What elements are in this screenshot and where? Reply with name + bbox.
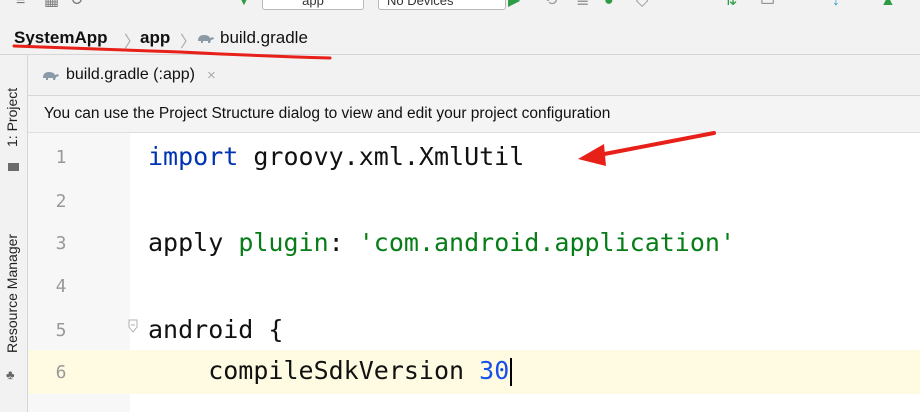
code-line-1: import groovy.xml.XmlUtil: [148, 142, 524, 171]
project-tool-tab[interactable]: 1: Project: [4, 88, 20, 147]
sdk-icon[interactable]: ↓: [832, 0, 840, 9]
debug-icon[interactable]: ⟲: [544, 0, 557, 9]
line-number: 3: [55, 233, 67, 254]
line-number: 5: [55, 320, 67, 341]
stop-icon[interactable]: ◇: [636, 0, 648, 9]
folder-icon: [8, 163, 19, 171]
device-dropdown[interactable]: No Devices: [378, 0, 506, 10]
navigation-bar: SystemApp 〉 app 〉 build.gradle: [0, 22, 920, 55]
profile-icon[interactable]: ≣: [576, 0, 589, 9]
run-icon[interactable]: ▶: [508, 0, 520, 9]
breadcrumb-file[interactable]: build.gradle: [197, 28, 308, 48]
editor-gutter: 1 2 3 4 5 6: [28, 133, 130, 412]
code-line-5: android {: [148, 315, 283, 344]
gradle-elephant-icon: [43, 72, 59, 80]
left-tool-strip: 1: Project Resource Manager ♣: [0, 55, 28, 412]
code-token: 30: [479, 356, 510, 385]
tab-build-gradle-app[interactable]: build.gradle (:app) ×: [38, 58, 220, 92]
code-token: 'com.android.application': [358, 228, 736, 257]
banner-text: You can use the Project Structure dialog…: [44, 105, 611, 122]
fold-marker-icon[interactable]: [128, 319, 138, 333]
attach-icon[interactable]: ●: [604, 0, 614, 9]
sync-icon[interactable]: ⇅: [724, 0, 737, 9]
code-token: :: [328, 228, 359, 257]
code-token: apply: [148, 228, 239, 257]
menu-icon[interactable]: ≡: [16, 0, 25, 9]
close-icon[interactable]: ×: [207, 67, 216, 84]
chevron-right-icon: 〉: [180, 34, 197, 51]
code-line-3: apply plugin: 'com.android.application': [148, 228, 735, 257]
main-toolbar: ≡ ▦ ↻ ▼ app No Devices ▶ ⟲ ≣ ● ◇ ⇅ ▭ ↓ ▲: [0, 0, 920, 22]
code-token: plugin: [238, 228, 329, 257]
line-number: 2: [55, 191, 67, 212]
breadcrumb-file-label: build.gradle: [220, 28, 308, 47]
refresh-icon[interactable]: ↻: [70, 0, 83, 9]
avd-icon[interactable]: ▭: [760, 0, 775, 9]
resource-manager-icon: ♣: [6, 367, 15, 382]
line-number: 6: [55, 362, 67, 383]
code-token: compileSdkVersion: [148, 356, 480, 385]
line-number: 1: [55, 147, 67, 168]
text-caret: [510, 358, 513, 386]
gradle-elephant-icon: [198, 35, 214, 43]
resource-manager-tab[interactable]: Resource Manager: [4, 234, 20, 353]
breadcrumb-module[interactable]: app: [140, 28, 170, 48]
code-token: android {: [148, 315, 284, 344]
structure-icon[interactable]: ▦: [44, 0, 59, 9]
project-structure-banner: You can use the Project Structure dialog…: [28, 96, 920, 133]
line-number: 4: [55, 276, 67, 297]
code-token: groovy.xml.XmlUtil: [238, 142, 525, 171]
breadcrumb-project[interactable]: SystemApp: [14, 28, 108, 48]
code-line-6: compileSdkVersion 30: [148, 356, 513, 386]
chevron-right-icon: 〉: [124, 34, 141, 51]
editor-tab-bar: build.gradle (:app) ×: [28, 55, 920, 96]
layout-inspector-icon[interactable]: ▲: [880, 0, 896, 9]
code-editor[interactable]: import groovy.xml.XmlUtil apply plugin: …: [128, 133, 920, 412]
run-config-dropdown[interactable]: app: [262, 0, 364, 10]
code-token: import: [148, 142, 239, 171]
tab-label: build.gradle (:app): [66, 66, 195, 83]
build-icon[interactable]: ▼: [236, 0, 252, 9]
